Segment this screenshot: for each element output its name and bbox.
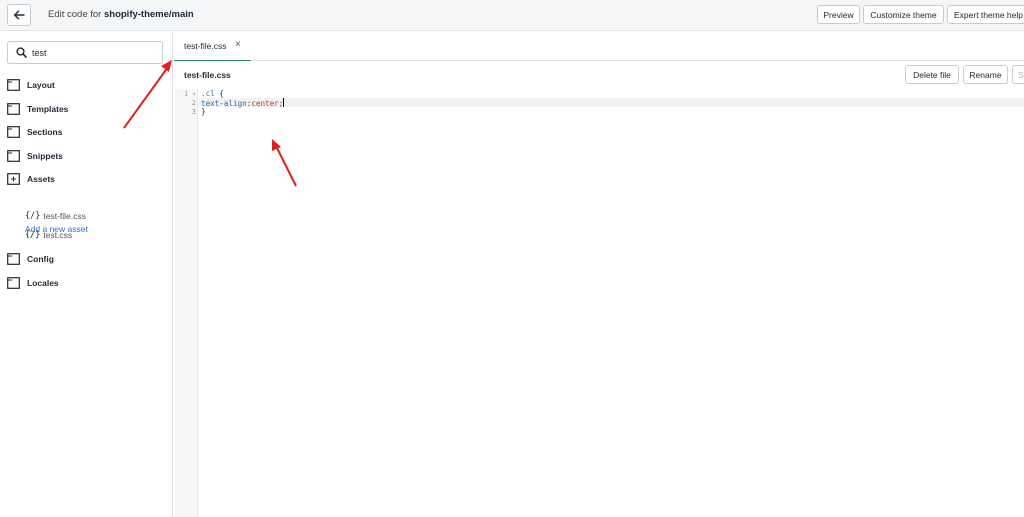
folder-assets[interactable]: Assets <box>7 171 55 187</box>
folder-sections[interactable]: Sections <box>7 124 62 140</box>
folder-layout[interactable]: Layout <box>7 77 55 93</box>
folder-snippets[interactable]: Snippets <box>7 148 63 164</box>
search-icon <box>16 47 27 58</box>
folder-label: Sections <box>27 127 63 137</box>
css-brace: } <box>201 107 206 116</box>
folder-label: Layout <box>27 80 55 90</box>
expert-theme-help-button[interactable]: Expert theme help <box>947 5 1024 24</box>
rename-button[interactable]: Rename <box>963 65 1008 84</box>
folder-label: Config <box>27 254 54 264</box>
page-title: Edit code for shopify-theme/main <box>48 9 194 20</box>
folder-label: Templates <box>27 104 69 114</box>
delete-file-button[interactable]: Delete file <box>905 65 959 84</box>
folder-label: Snippets <box>27 151 63 161</box>
active-line-highlight <box>199 98 1024 107</box>
folder-label: Assets <box>27 174 55 184</box>
file-header: test-file.css Delete file Rename S <box>174 61 1024 89</box>
folder-icon <box>7 253 20 265</box>
page-title-prefix: Edit code for <box>48 9 102 20</box>
search-value: test <box>32 48 47 58</box>
folder-locales[interactable]: Locales <box>7 275 59 291</box>
editor-tab-bar: test-file.css × <box>174 31 1024 62</box>
search-input[interactable]: test <box>7 41 163 64</box>
asset-file-label: test.css <box>43 230 73 240</box>
asset-file-item[interactable]: {/} test-file.css <box>25 211 86 221</box>
folder-icon <box>7 103 20 115</box>
folder-icon <box>7 277 20 289</box>
folder-open-icon <box>7 173 20 185</box>
asset-file-item[interactable]: {/} test.css <box>25 230 72 240</box>
css-value: center <box>251 99 279 108</box>
tab-test-file-css[interactable]: test-file.css × <box>174 31 251 62</box>
folder-icon <box>7 79 20 91</box>
folder-label: Locales <box>27 278 59 288</box>
code-editor[interactable]: 1 ▾ 2 3 .cl { text-align:center; } <box>174 89 1024 517</box>
file-name: test-file.css <box>184 70 231 80</box>
code-file-icon: {/} <box>25 211 41 221</box>
tab-label: test-file.css <box>184 41 227 51</box>
close-icon[interactable]: × <box>235 39 241 50</box>
asset-file-label: test-file.css <box>43 211 86 221</box>
file-sidebar: test Layout Templates Sections Snippets … <box>0 31 173 517</box>
code-line: text-align:center; <box>201 98 285 108</box>
arrow-left-icon <box>13 10 25 20</box>
save-button[interactable]: S <box>1012 65 1024 84</box>
line-number: 2 <box>191 99 196 107</box>
line-number: 1 ▾ <box>183 90 196 98</box>
preview-button[interactable]: Preview <box>817 5 860 24</box>
folder-icon <box>7 126 20 138</box>
css-brace: { <box>219 89 224 98</box>
code-line: .cl { <box>201 89 224 98</box>
css-property: text-align <box>201 99 247 108</box>
css-selector: .cl <box>201 89 215 98</box>
back-button[interactable] <box>7 4 31 26</box>
text-cursor <box>283 98 285 107</box>
top-bar: Edit code for shopify-theme/main Preview… <box>0 0 1024 31</box>
line-gutter: 1 ▾ 2 3 <box>174 89 198 517</box>
folder-templates[interactable]: Templates <box>7 101 68 117</box>
line-number: 3 <box>191 108 196 116</box>
theme-name: shopify-theme/main <box>103 9 194 20</box>
code-line: } <box>201 107 206 116</box>
code-file-icon: {/} <box>25 230 41 240</box>
customize-theme-button[interactable]: Customize theme <box>863 5 944 24</box>
fold-arrow-icon[interactable]: ▾ <box>192 91 196 98</box>
folder-icon <box>7 150 20 162</box>
folder-config[interactable]: Config <box>7 251 54 267</box>
